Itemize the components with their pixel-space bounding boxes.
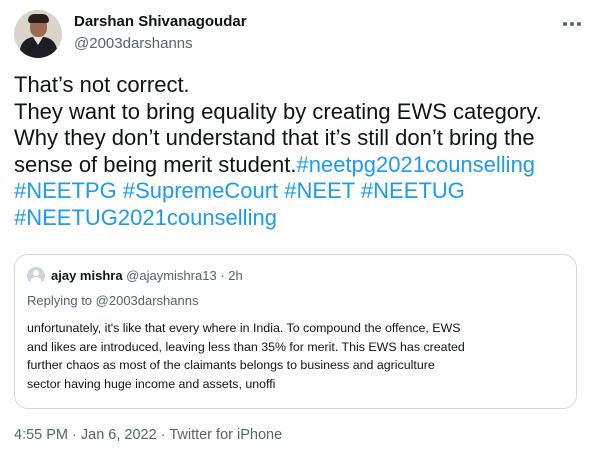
tweet-text-line: sense of being merit student.#neetpg2021… — [14, 152, 592, 179]
tweet-meta: 4:55 PM · Jan 6, 2022 · Twitter for iPho… — [14, 427, 282, 443]
author-display-name[interactable]: Darshan Shivanagoudar — [74, 13, 247, 30]
hashtag-link[interactable]: #NEET — [284, 178, 355, 203]
author-handle[interactable]: @2003darshanns — [74, 35, 193, 52]
tweet-text-segment: sense of being merit student. — [14, 151, 297, 177]
hashtag-link[interactable]: #neetpg2021counselling — [297, 152, 536, 177]
replying-prefix: Replying to — [27, 293, 96, 308]
quoted-author-name[interactable]: ajay mishra — [51, 268, 123, 283]
tweet-time[interactable]: 4:55 PM — [14, 427, 68, 443]
tweet-text-line: #NEETUG2021counselling — [14, 205, 592, 232]
tweet-text-segment: They want to bring equality by creating … — [14, 98, 542, 124]
quoted-time[interactable]: 2h — [228, 268, 242, 283]
quoted-separator: · — [216, 268, 229, 283]
quoted-body-line: sector having huge income and assets, un… — [27, 376, 276, 391]
hashtag-link[interactable]: #SupremeCourt — [123, 178, 278, 203]
tweet-text-line: Why they don’t understand that it’s stil… — [14, 125, 592, 152]
quoted-body-line: unfortunately, it's like that every wher… — [27, 321, 461, 335]
tweet-text: That’s not correct. They want to bring eq… — [14, 72, 592, 231]
tweet-text-line: That’s not correct. — [14, 72, 592, 99]
tweet-card: Darshan Shivanagoudar @2003darshanns Tha… — [0, 0, 598, 460]
hashtag-link[interactable]: #NEETUG2021counselling — [14, 205, 277, 230]
quoted-tweet[interactable]: ajay mishra @ajaymishra13 · 2h Replying … — [14, 254, 577, 409]
meta-separator: · — [68, 427, 81, 443]
author-avatar[interactable] — [14, 10, 62, 58]
replying-to: Replying to @2003darshanns — [27, 293, 198, 308]
more-horizontal-icon[interactable] — [561, 14, 583, 34]
tweet-text-segment: That’s not correct. — [14, 72, 190, 97]
tweet-text-segment: Why they don’t understand that it’s stil… — [14, 125, 535, 150]
meta-separator: · — [156, 427, 170, 443]
quoted-tweet-header: ajay mishra @ajaymishra13 · 2h — [51, 268, 243, 283]
tweet-text-line: #NEETPG #SupremeCourt #NEET #NEETUG — [14, 178, 592, 205]
default-avatar-icon[interactable] — [27, 267, 45, 285]
quoted-body-line: further chaos as most of the claimants b… — [27, 358, 435, 372]
tweet-source[interactable]: Twitter for iPhone — [169, 427, 282, 443]
quoted-author-handle[interactable]: @ajaymishra13 — [126, 268, 217, 283]
quoted-body-line: and likes are introduced, leaving less t… — [27, 339, 465, 354]
avatar-hair-shape — [28, 14, 49, 23]
tweet-text-line: They want to bring equality by creating … — [14, 99, 592, 126]
quoted-tweet-body: unfortunately, it's like that every wher… — [27, 319, 567, 393]
tweet-date[interactable]: Jan 6, 2022 — [81, 427, 157, 443]
replying-handle[interactable]: @2003darshanns — [96, 293, 199, 308]
hashtag-link[interactable]: #NEETPG — [14, 178, 117, 203]
hashtag-link[interactable]: #NEETUG — [361, 178, 465, 203]
